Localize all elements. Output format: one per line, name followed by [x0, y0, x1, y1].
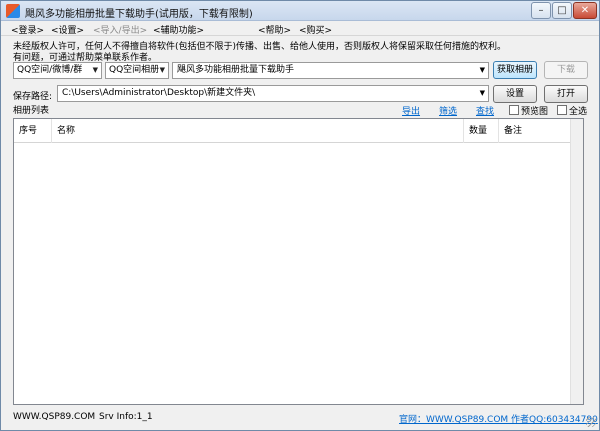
target-input[interactable]: 飓风多功能相册批量下载助手 ▼	[172, 62, 489, 79]
chevron-down-icon: ▼	[479, 66, 485, 74]
source-type-value: QQ空间/微博/群	[17, 65, 83, 75]
menu-tools[interactable]: <辅助功能>	[153, 23, 204, 36]
app-window: 飓风多功能相册批量下载助手(试用版，下载有限制) – □ ✕ <登录> <设置>…	[0, 0, 600, 431]
open-folder-button[interactable]: 打开	[544, 85, 588, 103]
table-scrollbar[interactable]	[570, 119, 583, 404]
app-logo-icon	[6, 4, 20, 18]
status-site: WWW.QSP89.COM	[13, 412, 96, 422]
column-header-note[interactable]: 备注	[499, 119, 571, 143]
album-type-select[interactable]: QQ空间相册 ▼	[105, 62, 169, 79]
select-all-label: 全选	[569, 107, 588, 117]
table-header: 序号 名称 数量 备注	[14, 119, 571, 143]
close-button[interactable]: ✕	[573, 2, 597, 19]
preview-checkbox[interactable]: 预览图	[509, 104, 548, 117]
save-path-label: 保存路径:	[13, 92, 53, 102]
select-all-checkbox[interactable]: 全选	[557, 104, 587, 117]
menu-login[interactable]: <登录>	[11, 23, 44, 36]
save-settings-button[interactable]: 设置	[493, 85, 537, 103]
title-bar[interactable]: 飓风多功能相册批量下载助手(试用版，下载有限制) – □ ✕	[1, 1, 599, 21]
source-type-select[interactable]: QQ空间/微博/群 ▼	[13, 62, 102, 79]
menu-bar: <登录> <设置> <导入/导出> <辅助功能> <帮助> <购买>	[1, 22, 599, 36]
status-official-link[interactable]: 官网：WWW.QSP89.COM 作者QQ:603434790	[399, 412, 598, 425]
filter-link[interactable]: 筛选	[439, 104, 457, 117]
album-list-label: 相册列表	[13, 106, 50, 116]
column-header-name[interactable]: 名称	[52, 119, 464, 143]
album-table[interactable]: 序号 名称 数量 备注	[13, 118, 584, 405]
chevron-down-icon: ▼	[92, 66, 98, 74]
save-path-value: C:\Users\Administrator\Desktop\新建文件夹\	[62, 88, 256, 98]
column-header-count[interactable]: 数量	[464, 119, 499, 143]
minimize-button[interactable]: –	[531, 2, 551, 19]
menu-settings[interactable]: <设置>	[51, 23, 84, 36]
checkbox-box	[557, 105, 567, 115]
menu-help[interactable]: <帮助>	[258, 23, 291, 36]
checkbox-box	[509, 105, 519, 115]
resize-grip-icon[interactable]	[586, 417, 596, 427]
preview-checkbox-label: 预览图	[521, 107, 549, 117]
download-button[interactable]: 下载	[544, 61, 588, 79]
status-srv-info: Srv Info:1_1	[99, 412, 153, 422]
chevron-down-icon: ▼	[159, 66, 165, 74]
album-type-value: QQ空间相册	[109, 65, 160, 75]
chevron-down-icon: ▼	[479, 89, 485, 97]
menu-import-export[interactable]: <导入/导出>	[93, 23, 147, 36]
save-path-input[interactable]: C:\Users\Administrator\Desktop\新建文件夹\ ▼	[57, 85, 489, 102]
maximize-button[interactable]: □	[552, 2, 572, 19]
target-input-value: 飓风多功能相册批量下载助手	[177, 65, 295, 75]
column-header-index[interactable]: 序号	[14, 119, 52, 143]
window-title: 飓风多功能相册批量下载助手(试用版，下载有限制)	[25, 9, 253, 20]
export-link[interactable]: 导出	[402, 104, 420, 117]
fetch-albums-button[interactable]: 获取相册	[493, 61, 537, 79]
menu-buy[interactable]: <购买>	[299, 23, 332, 36]
search-link[interactable]: 查找	[476, 104, 494, 117]
